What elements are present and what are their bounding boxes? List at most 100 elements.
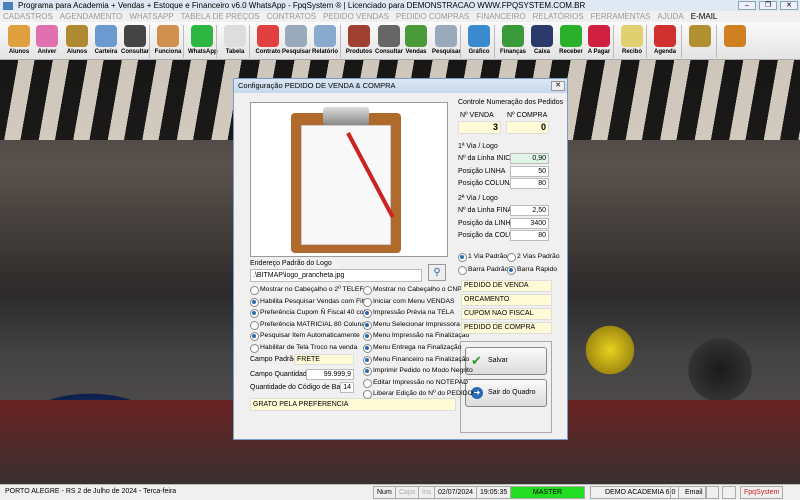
toolbar-button-produtos[interactable]: Produtos [345, 24, 373, 59]
toolbar-button-pesquisar[interactable]: Pesquisar [282, 24, 311, 59]
browse-logo-search-icon[interactable]: ⚲ [428, 264, 446, 281]
toolbar-button-whatsapp[interactable]: WhatsApp [188, 24, 218, 59]
toolbar: Alunos Aniver Alunos Carteira Consultar Funci… [0, 22, 800, 60]
toolbar-label: Alunos [8, 49, 30, 55]
toolbar-button-consultar[interactable]: Consultar [121, 24, 149, 59]
logo-path-input[interactable]: .\BITMAP\logo_prancheta.jpg [250, 269, 422, 282]
toolbar-button-vendas[interactable]: Vendas [402, 24, 430, 59]
toolbar-label: Consultar [121, 49, 150, 55]
option-left-2[interactable]: Preferência Cupom Ñ Fiscal 40 col [250, 308, 365, 319]
toolbar-button-coinsicon[interactable] [686, 24, 714, 59]
via-radio-0[interactable]: 1 Via Padrão [458, 252, 507, 262]
toolbar-button-alunos[interactable]: Alunos [5, 24, 33, 59]
toolbar-button-agenda[interactable]: Agenda [651, 24, 679, 59]
qtd-barras-label: Quantidade do Código de Barras [250, 384, 353, 391]
menu-item[interactable]: WHATSAPP [129, 12, 173, 21]
save-config-button[interactable]: ✔ Salvar Configuração [465, 347, 547, 390]
close-button[interactable]: ✕ [780, 1, 798, 10]
toolbar-button-exitdooricon[interactable] [721, 24, 749, 59]
toolbar-button-consultar[interactable]: Consultar [375, 24, 403, 59]
toolbar-button-grfico[interactable]: Gráfico [465, 24, 493, 59]
toolbar-separator [149, 25, 150, 58]
chart-icon [468, 25, 490, 47]
option-right-0[interactable]: Mostrar no Cabeçalho o CNPJ [363, 285, 465, 295]
option-right-9[interactable]: Liberar Edição do Nº do PEDIDO [363, 389, 473, 400]
menu-item[interactable]: PEDIDO COMPRAS [396, 12, 469, 21]
toolbar-label: Funciona [154, 49, 182, 55]
toolbar-button-relatrio[interactable]: Relatório [311, 24, 339, 59]
option-left-0[interactable]: Mostrar no Cabeçalho o 2º TELEF. [250, 285, 365, 295]
status-location: PORTO ALEGRE - RS 2 de Julho de 2024 - T… [5, 488, 177, 495]
coins-icon [689, 25, 711, 47]
option-right-7[interactable]: Imprimir Pedido no Modo Negrito [363, 366, 473, 377]
status-monitor-icon[interactable] [722, 486, 736, 499]
status-num: Num [373, 486, 396, 499]
option-left-4[interactable]: Pesquisar Item Automaticamente [250, 331, 360, 342]
toolbar-button-pesquisar[interactable]: Pesquisar [432, 24, 461, 59]
doc-name-input-0[interactable]: PEDIDO DE VENDA [461, 280, 552, 292]
students-icon [8, 25, 30, 47]
campo-quantidade-input[interactable]: 99.999,9 [306, 369, 354, 380]
via1-input-0[interactable]: 0,90 [510, 153, 549, 164]
ncompra-input[interactable]: 0 [506, 121, 549, 134]
menu-item[interactable]: RELATÓRIOS [533, 12, 584, 21]
option-right-2[interactable]: Impressão Prévia na TELA [363, 308, 454, 319]
restore-button[interactable]: ❐ [759, 1, 777, 10]
via1-input-2[interactable]: 80 [510, 178, 549, 189]
menu-item[interactable]: TABELA DE PREÇOS [181, 12, 260, 21]
menu-item[interactable]: AJUDA [657, 12, 683, 21]
toolbar-button-apagar[interactable]: A Pagar [585, 24, 613, 59]
qtd-barras-input[interactable]: 14 [340, 382, 354, 393]
dialog-close-button[interactable]: ✕ [551, 81, 565, 91]
doc-name-input-3[interactable]: PEDIDO DE COMPRA [461, 322, 552, 334]
via1-input-1[interactable]: 50 [510, 165, 549, 177]
via-radio-1[interactable]: 2 Vias Padrão [507, 252, 560, 262]
campo-padrao-input[interactable]: FRETE [294, 354, 354, 365]
barra-radio-1[interactable]: Barra Rápido [507, 265, 557, 275]
price-table-icon [224, 25, 246, 47]
menu-item[interactable]: PEDIDO VENDAS [323, 12, 389, 21]
status-print-icon[interactable] [705, 486, 719, 499]
status-email-button[interactable]: Email [670, 486, 707, 499]
toolbar-button-contrato[interactable]: Contrato [254, 24, 282, 59]
toolbar-button-funciona[interactable]: Funciona [154, 24, 182, 59]
option-right-3[interactable]: Menu Selecionar Impressora [363, 320, 460, 330]
toolbar-button-alunos[interactable]: Alunos [63, 24, 91, 59]
doc-name-input-2[interactable]: CUPOM NAO FISCAL [461, 308, 552, 320]
via2-input-2[interactable]: 80 [510, 230, 549, 241]
nvenda-input[interactable]: 3 [458, 121, 501, 134]
toolbar-label: Consultar [375, 49, 404, 55]
doc-name-input-1[interactable]: ORCAMENTO [461, 294, 552, 306]
menu-item[interactable]: FINANCEIRO [476, 12, 525, 21]
toolbar-button-carteira[interactable]: Carteira [92, 24, 120, 59]
option-right-6[interactable]: Menu Financeiro na Finalização [363, 355, 469, 365]
exit-dialog-button[interactable]: ➜ Sair do Quadro [465, 379, 547, 407]
option-right-4[interactable]: Menu Impressão na Finalização [363, 331, 469, 342]
menu-item[interactable]: AGENDAMENTO [60, 12, 123, 21]
cashbook-icon [531, 25, 553, 47]
toolbar-button-recibo[interactable]: Recibo [618, 24, 646, 59]
id-card-icon [95, 25, 117, 47]
menu-item[interactable]: CONTRATOS [267, 12, 316, 21]
via2-input-0[interactable]: 2,50 [510, 205, 549, 216]
option-left-5[interactable]: Habilitar de Tela Troco na venda [250, 343, 357, 353]
barra-radio-0[interactable]: Barra Padrão [458, 265, 508, 275]
via2-input-1[interactable]: 3400 [510, 217, 549, 229]
toolbar-button-aniver[interactable]: Aniver [33, 24, 61, 59]
toolbar-button-caixa[interactable]: Caixa [528, 24, 556, 59]
footer-message-input[interactable]: GRATO PELA PREFERENCIA [250, 398, 456, 411]
toolbar-button-receber[interactable]: Receber [557, 24, 585, 59]
option-left-3[interactable]: Preferência MATRICIAL 80 Colunas [250, 320, 368, 330]
toolbar-button-tabela[interactable]: Tabela [221, 24, 249, 59]
menu-item-email[interactable]: E-MAIL [691, 12, 718, 21]
menu-item[interactable]: CADASTROS [3, 12, 53, 21]
toolbar-button-finanas[interactable]: Finanças [499, 24, 527, 59]
campo-quantidade-label: Campo Quantidade [250, 371, 311, 378]
option-right-1[interactable]: Iniciar com Menu VENDAS [363, 297, 455, 307]
option-right-8[interactable]: Editar Impressão no NOTEPAD [363, 378, 468, 388]
option-right-5[interactable]: Menu Entrega na Finalização [363, 343, 461, 353]
option-left-1[interactable]: Habilita Pesquisar Vendas com Filtro [250, 297, 371, 307]
toolbar-label: A Pagar [587, 49, 611, 55]
minimize-button[interactable]: – [738, 1, 756, 10]
menu-item[interactable]: FERRAMENTAS [591, 12, 651, 21]
